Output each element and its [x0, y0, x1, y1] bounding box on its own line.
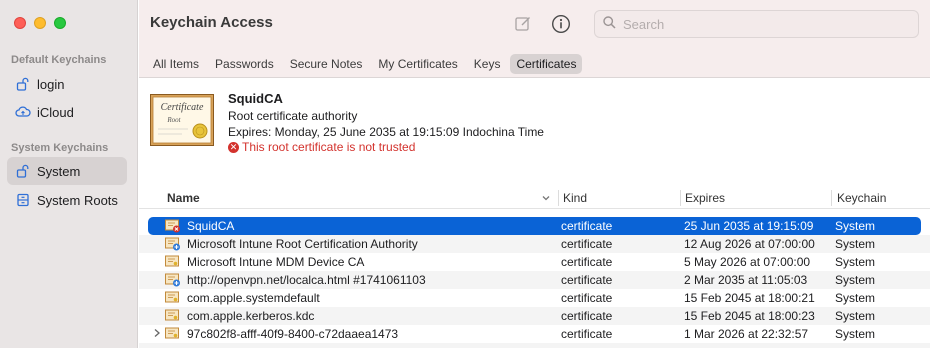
table-header: Name Kind Expires Keychain: [139, 187, 930, 209]
cell-kind: certificate: [561, 255, 613, 269]
table-row[interactable]: Microsoft Intune MDM Device CA certifica…: [139, 253, 930, 271]
compose-icon[interactable]: [512, 13, 534, 35]
cell-name: Microsoft Intune MDM Device CA: [187, 255, 365, 269]
cell-name: SquidCA: [187, 219, 235, 233]
column-divider[interactable]: [831, 190, 832, 206]
cell-keychain: System: [835, 291, 876, 305]
zoom-window-button[interactable]: [54, 17, 66, 29]
sidebar-item-label: System: [37, 163, 81, 179]
cell-expires: 12 Aug 2026 at 07:00:00: [684, 237, 815, 251]
cell-expires: 15 Feb 2045 at 18:00:21: [684, 291, 815, 305]
sidebar-item-system[interactable]: System: [7, 157, 127, 185]
window-controls: [14, 17, 66, 29]
cell-name: com.apple.kerberos.kdc: [187, 309, 315, 323]
cell-expires: 15 Feb 2045 at 18:00:23: [684, 309, 815, 323]
certificate-image-subtitle: Root: [166, 116, 181, 124]
tab-secure-notes[interactable]: Secure Notes: [284, 54, 369, 74]
table-row[interactable]: Microsoft Intune Root Certification Auth…: [139, 235, 930, 253]
system-keychains-header: System Keychains: [11, 142, 109, 154]
certificates-table: Name Kind Expires Keychain SquidCA certi…: [139, 187, 930, 348]
column-header-keychain[interactable]: Keychain: [837, 191, 886, 205]
table-row[interactable]: com.apple.kerberos.kdc certificate 15 Fe…: [139, 307, 930, 325]
tab-certificates[interactable]: Certificates: [510, 54, 583, 74]
cell-name: http://openvpn.net/localca.html #1741061…: [187, 273, 426, 287]
column-divider[interactable]: [558, 190, 559, 206]
tab-my-certificates[interactable]: My Certificates: [372, 54, 463, 74]
certificate-icon: [165, 255, 181, 269]
tab-all-items[interactable]: All Items: [147, 54, 205, 74]
table-body: SquidCA certificate 25 Jun 2035 at 19:15…: [139, 217, 930, 348]
lock-open-icon: [15, 163, 31, 179]
certificate-icon: [165, 291, 181, 305]
cloud-icon: [15, 104, 31, 120]
toolbar: Keychain Access All Items Passwords Secu…: [139, 0, 930, 78]
sidebar-item-icloud[interactable]: iCloud: [7, 98, 127, 126]
cell-keychain: System: [835, 255, 876, 269]
cell-kind: certificate: [561, 291, 613, 305]
chevron-down-icon[interactable]: [541, 192, 551, 206]
certificate-image-title: Certificate: [161, 102, 204, 113]
certificate-icon: [165, 327, 181, 341]
error-icon: ✕: [228, 141, 239, 153]
sidebar-item-login[interactable]: login: [7, 70, 127, 98]
search-icon: [603, 16, 616, 32]
table-row[interactable]: com.apple.systemdefault certificate 15 F…: [139, 289, 930, 307]
disclosure-chevron-icon[interactable]: [153, 328, 161, 341]
cell-keychain: System: [835, 273, 876, 287]
cell-keychain: System: [835, 327, 876, 341]
window-title: Keychain Access: [150, 14, 273, 31]
cell-name: com.apple.systemdefault: [187, 291, 320, 305]
sidebar-item-label: iCloud: [37, 104, 74, 120]
certificate-detail: Certificate Root SquidCA Root certificat…: [139, 79, 930, 179]
tab-keys[interactable]: Keys: [468, 54, 507, 74]
category-tabs: All Items Passwords Secure Notes My Cert…: [147, 54, 586, 74]
table-row[interactable]: SquidCA certificate 25 Jun 2035 at 19:15…: [148, 217, 921, 235]
certificate-type: Root certificate authority: [228, 109, 358, 123]
cell-expires: 25 Jun 2035 at 19:15:09: [684, 219, 814, 233]
cell-kind: certificate: [561, 237, 613, 251]
column-divider[interactable]: [680, 190, 681, 206]
trust-warning: ✕ This root certificate is not trusted: [228, 140, 415, 154]
cell-keychain: System: [835, 309, 876, 323]
cell-keychain: System: [835, 219, 876, 233]
sidebar-item-label: System Roots: [37, 192, 118, 208]
table-row[interactable]: [139, 343, 930, 348]
minimize-window-button[interactable]: [34, 17, 46, 29]
table-row[interactable]: http://openvpn.net/localca.html #1741061…: [139, 271, 930, 289]
cell-kind: certificate: [561, 219, 613, 233]
certificate-custom-trust-icon: [165, 237, 181, 251]
cell-expires: 1 Mar 2026 at 22:32:57: [684, 327, 809, 341]
sidebar-item-system-roots[interactable]: System Roots: [7, 186, 127, 214]
column-header-expires[interactable]: Expires: [685, 191, 725, 205]
search-input[interactable]: [623, 16, 903, 32]
close-window-button[interactable]: [14, 17, 26, 29]
cell-kind: certificate: [561, 309, 613, 323]
sidebar-item-label: login: [37, 76, 65, 92]
column-header-kind[interactable]: Kind: [563, 191, 587, 205]
cell-name: Microsoft Intune Root Certification Auth…: [187, 237, 418, 251]
cell-kind: certificate: [561, 327, 613, 341]
certificate-custom-trust-icon: [165, 273, 181, 287]
tab-passwords[interactable]: Passwords: [209, 54, 280, 74]
cell-kind: certificate: [561, 273, 613, 287]
cell-keychain: System: [835, 237, 876, 251]
table-row[interactable]: 97c802f8-afff-40f9-8400-c72daaea1473 cer…: [139, 325, 930, 343]
cell-name: 97c802f8-afff-40f9-8400-c72daaea1473: [187, 327, 399, 341]
search-field[interactable]: [594, 10, 919, 38]
certificate-untrusted-icon: [165, 219, 181, 233]
certificate-icon: [165, 309, 181, 323]
default-keychains-header: Default Keychains: [11, 54, 107, 66]
cell-expires: 2 Mar 2035 at 11:05:03: [684, 273, 808, 287]
trust-warning-text: This root certificate is not trusted: [242, 140, 416, 154]
certificate-image: Certificate Root: [150, 94, 214, 146]
certificate-name: SquidCA: [228, 91, 283, 106]
lock-open-icon: [15, 76, 31, 92]
certificate-expires: Expires: Monday, 25 June 2035 at 19:15:0…: [228, 125, 544, 139]
column-header-name[interactable]: Name: [167, 191, 200, 205]
cabinet-icon: [15, 192, 31, 208]
info-icon[interactable]: [550, 13, 572, 35]
sidebar: Default Keychains login iCloud System Ke…: [0, 0, 138, 348]
cell-expires: 5 May 2026 at 07:00:00: [684, 255, 811, 269]
